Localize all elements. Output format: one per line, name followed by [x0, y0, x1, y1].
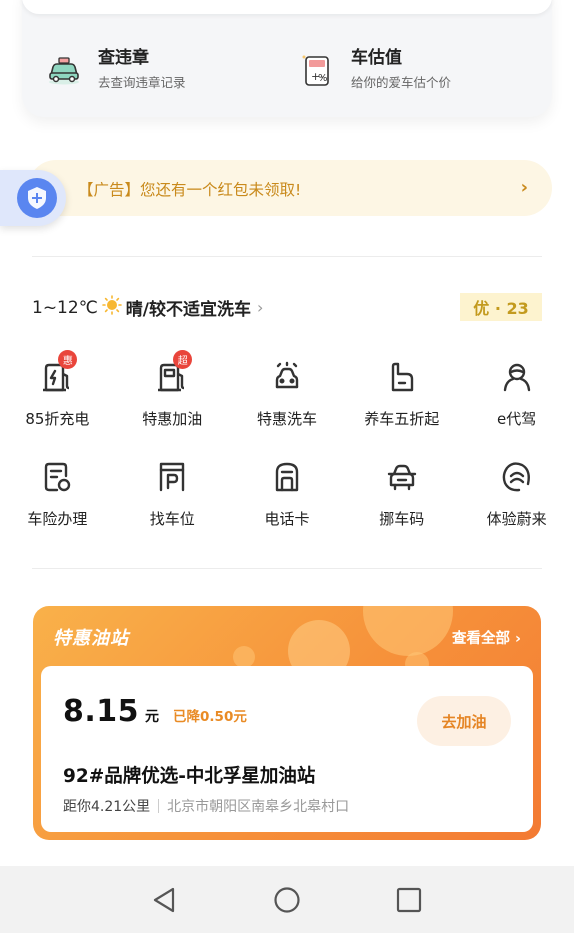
chevron-right-icon: › [257, 298, 264, 317]
car-wash-icon [270, 360, 304, 394]
sim-card-icon [270, 460, 304, 494]
svg-text:%: % [318, 73, 328, 84]
section-divider [32, 256, 542, 257]
red-packet-ad-banner[interactable]: 【广告】您还有一个红包未领取! › [28, 160, 552, 216]
service-grid: 惠 85折充电 超 特惠加油 特惠洗车 养车五折起 e代驾 车险办理 找车位 电… [0, 350, 574, 552]
shield-plus-icon [17, 178, 57, 218]
valuation-subtitle: 给你的爱车估个价 [351, 75, 452, 90]
driver-icon [500, 360, 534, 394]
service-label: 找车位 [149, 510, 195, 528]
valuation-title: 车估值 [351, 48, 402, 68]
station-distance: 距你4.21公里 [63, 799, 151, 815]
coin-decoration [233, 646, 255, 668]
section-divider [32, 568, 542, 569]
price-drop: 已降0.50元 [173, 709, 247, 725]
service-label: 体验蔚来 [486, 510, 547, 528]
service-parking[interactable]: 找车位 [115, 452, 230, 552]
promo-badge: 惠 [58, 350, 78, 369]
service-car-wash[interactable]: 特惠洗车 [230, 352, 345, 452]
home-icon[interactable] [271, 884, 303, 916]
service-label: e代驾 [496, 410, 537, 428]
insurance-icon [40, 460, 74, 494]
back-icon[interactable] [148, 884, 180, 916]
nio-icon [500, 460, 534, 494]
service-label: 养车五折起 [364, 410, 440, 428]
charging-icon: 惠 [40, 350, 78, 394]
station-name: 92#品牌优选-中北孚星加油站 [63, 766, 316, 787]
service-designated-driver[interactable]: e代驾 [459, 352, 574, 452]
car-check-icon [44, 50, 84, 90]
coin-decoration [363, 606, 453, 656]
fuel-price: 8.15 元 已降0.50元 [63, 694, 247, 729]
temperature-range: 1~12℃ [32, 297, 98, 318]
price-value: 8.15 [63, 694, 140, 729]
ad-text: 【广告】您还有一个红包未领取! [78, 181, 302, 199]
violation-check-entry[interactable]: 查违章 去查询违章记录 [44, 48, 186, 91]
system-nav-bar [0, 866, 574, 933]
service-maintenance[interactable]: 养车五折起 [344, 352, 459, 452]
violation-subtitle: 去查询违章记录 [98, 75, 186, 90]
car-valuation-entry[interactable]: +- % 车估值 给你的爱车估个价 [297, 48, 451, 91]
service-sim-card[interactable]: 电话卡 [230, 452, 345, 552]
service-row: 惠 85折充电 超 特惠加油 特惠洗车 养车五折起 e代驾 [0, 350, 574, 452]
sun-icon [101, 295, 122, 320]
service-charging[interactable]: 惠 85折充电 [0, 350, 115, 452]
view-all-link[interactable]: 查看全部 › [452, 627, 521, 648]
fuel-icon: 超 [155, 350, 193, 394]
station-info-card[interactable]: 8.15 元 已降0.50元 去加油 92#品牌优选-中北孚星加油站 距你4.2… [41, 666, 533, 832]
service-label: 特惠洗车 [256, 410, 317, 428]
calculator-icon: +- % [297, 50, 337, 90]
air-quality-badge: 优 · 23 [460, 293, 542, 321]
service-label: 挪车码 [379, 510, 425, 528]
parking-icon [155, 460, 189, 494]
station-meta: 距你4.21公里 北京市朝阳区南皋乡北皋村口 [63, 796, 349, 816]
go-refuel-button[interactable]: 去加油 [417, 696, 511, 746]
section-title: 特惠油站 [53, 628, 129, 649]
discount-station-card: 特惠油站 查看全部 › 8.15 元 已降0.50元 去加油 92#品牌优选-中… [33, 606, 541, 840]
station-address: 北京市朝阳区南皋乡北皋村口 [167, 799, 350, 815]
service-nio[interactable]: 体验蔚来 [459, 452, 574, 552]
meta-separator [158, 799, 160, 813]
violation-title: 查违章 [98, 48, 149, 68]
service-label: 85折充电 [25, 410, 90, 428]
service-insurance[interactable]: 车险办理 [0, 452, 115, 552]
service-label: 车险办理 [27, 510, 88, 528]
card-top-strip [22, 0, 552, 14]
service-move-car[interactable]: 挪车码 [344, 452, 459, 552]
weather-row[interactable]: 1~12℃ 晴/较不适宜洗车 › [32, 295, 263, 320]
promo-badge: 超 [173, 350, 193, 369]
maintenance-icon [385, 360, 419, 394]
move-car-icon [385, 460, 419, 494]
weather-description: 晴/较不适宜洗车 [125, 300, 252, 320]
service-label: 特惠加油 [142, 410, 203, 428]
service-row: 车险办理 找车位 电话卡 挪车码 体验蔚来 [0, 452, 574, 552]
chevron-right-icon: › [520, 177, 528, 198]
recents-icon[interactable] [393, 884, 425, 916]
quick-tools-card: 查违章 去查询违章记录 +- % 车估值 给你的爱车估个价 [22, 0, 552, 117]
service-fuel[interactable]: 超 特惠加油 [115, 350, 230, 452]
service-label: 电话卡 [264, 510, 310, 528]
price-unit: 元 [145, 709, 160, 725]
floating-shield-button[interactable] [0, 170, 66, 226]
